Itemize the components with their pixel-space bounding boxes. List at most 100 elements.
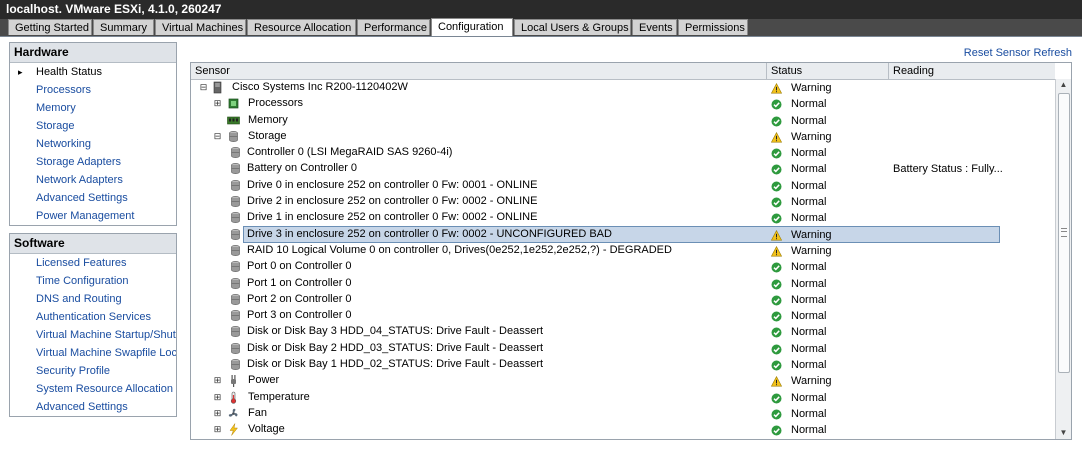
- hardware-section: Hardware Health Status Processors Memory…: [9, 42, 177, 226]
- tab-resource-allocation[interactable]: Resource Allocation: [247, 19, 356, 35]
- nav-memory[interactable]: Memory: [10, 99, 176, 117]
- table-row[interactable]: Disk or Disk Bay 3 HDD_04_STATUS: Drive …: [191, 324, 1055, 340]
- table-row[interactable]: Disk or Disk Bay 2 HDD_03_STATUS: Drive …: [191, 341, 1055, 357]
- sensor-name: Fan: [248, 406, 267, 419]
- expand-plus-icon[interactable]: ⊞: [213, 376, 222, 385]
- tab-configuration[interactable]: Configuration: [431, 18, 513, 36]
- sensor-name: Drive 2 in enclosure 252 on controller 0…: [247, 195, 538, 208]
- table-row[interactable]: Drive 0 in enclosure 252 on controller 0…: [191, 178, 1055, 194]
- table-row[interactable]: ⊞ Voltage Normal: [191, 422, 1055, 438]
- normal-check-icon: [771, 181, 782, 192]
- scroll-thumb[interactable]: [1058, 93, 1070, 373]
- reset-sensor-refresh-link[interactable]: Reset Sensor Refresh: [964, 47, 1072, 59]
- sensor-rows: ⊟ Cisco Systems Inc R200-1120402W Warning ⊞…: [191, 80, 1055, 439]
- disk-icon: [229, 244, 242, 257]
- nav-storage[interactable]: Storage: [10, 117, 176, 135]
- table-row[interactable]: Port 2 on Controller 0 Normal: [191, 292, 1055, 308]
- scroll-up-arrow-icon[interactable]: ▲: [1056, 79, 1071, 91]
- nav-dns-routing[interactable]: DNS and Routing: [10, 290, 176, 308]
- nav-processors[interactable]: Processors: [10, 81, 176, 99]
- expand-plus-icon[interactable]: ⊞: [213, 425, 222, 434]
- table-row[interactable]: ⊞ Fan Normal: [191, 406, 1055, 422]
- normal-check-icon: [771, 295, 782, 306]
- nav-system-resource-allocation[interactable]: System Resource Allocation: [10, 380, 176, 398]
- expand-plus-icon[interactable]: ⊞: [213, 392, 222, 402]
- sensor-name: Drive 0 in enclosure 252 on controller 0…: [247, 178, 538, 191]
- status-text: Normal: [791, 342, 827, 355]
- status-text: Normal: [791, 114, 827, 127]
- nav-advanced-settings-hw[interactable]: Advanced Settings: [10, 189, 176, 207]
- disk-icon: [229, 293, 242, 306]
- nav-health-status[interactable]: Health Status: [10, 63, 176, 81]
- status-text: Normal: [791, 277, 827, 290]
- column-header-sensor[interactable]: Sensor: [191, 63, 767, 79]
- table-row[interactable]: ⊟ Storage Warning: [191, 129, 1055, 145]
- window-title: localhost. VMware ESXi, 4.1.0, 260247: [6, 2, 222, 16]
- status-text: Normal: [791, 261, 827, 274]
- column-header-reading[interactable]: Reading: [889, 63, 1055, 79]
- nav-power-management[interactable]: Power Management: [10, 207, 176, 225]
- vertical-scrollbar[interactable]: ▲ ▼: [1055, 79, 1071, 439]
- nav-advanced-settings-sw[interactable]: Advanced Settings: [10, 398, 176, 416]
- expand-plus-icon[interactable]: ⊞: [213, 99, 222, 108]
- nav-networking[interactable]: Networking: [10, 135, 176, 153]
- table-row[interactable]: Port 0 on Controller 0 Normal: [191, 259, 1055, 275]
- nav-storage-adapters[interactable]: Storage Adapters: [10, 153, 176, 171]
- normal-check-icon: [771, 116, 782, 127]
- normal-check-icon: [771, 344, 782, 355]
- table-row[interactable]: RAID 10 Logical Volume 0 on controller 0…: [191, 243, 1055, 259]
- tab-events[interactable]: Events: [632, 19, 677, 35]
- table-row[interactable]: ⊞ Temperature Normal: [191, 390, 1055, 406]
- normal-check-icon: [771, 409, 782, 420]
- sensor-name: Power: [248, 374, 280, 387]
- column-header-status[interactable]: Status: [767, 63, 889, 79]
- table-row[interactable]: Drive 1 in enclosure 252 on controller 0…: [191, 210, 1055, 226]
- title-bar: localhost. VMware ESXi, 4.1.0, 260247: [0, 0, 1082, 19]
- left-panel: Hardware Health Status Processors Memory…: [9, 42, 177, 424]
- nav-vm-swapfile-location[interactable]: Virtual Machine Swapfile Location: [10, 344, 176, 362]
- sensor-name: Disk or Disk Bay 2 HDD_03_STATUS: Drive …: [247, 341, 544, 354]
- tab-local-users-groups[interactable]: Local Users & Groups: [514, 19, 631, 35]
- nav-licensed-features[interactable]: Licensed Features: [10, 254, 176, 272]
- tab-virtual-machines[interactable]: Virtual Machines: [155, 19, 246, 35]
- table-row[interactable]: Drive 2 in enclosure 252 on controller 0…: [191, 194, 1055, 210]
- table-row[interactable]: Disk or Disk Bay 1 HDD_02_STATUS: Drive …: [191, 357, 1055, 373]
- sensor-name: Port 3 on Controller 0: [247, 309, 352, 322]
- sensor-name: Storage: [248, 129, 287, 142]
- nav-vm-startup-shutdown[interactable]: Virtual Machine Startup/Shutdown: [10, 326, 176, 344]
- status-text: Normal: [791, 359, 827, 372]
- nav-security-profile[interactable]: Security Profile: [10, 362, 176, 380]
- expand-plus-icon[interactable]: ⊞: [213, 408, 222, 418]
- collapse-minus-icon[interactable]: ⊟: [213, 131, 222, 141]
- scroll-down-arrow-icon[interactable]: ▼: [1056, 427, 1071, 439]
- table-row[interactable]: Port 3 on Controller 0 Normal: [191, 308, 1055, 324]
- tab-getting-started[interactable]: Getting Started: [8, 19, 92, 35]
- table-row[interactable]: Port 1 on Controller 0 Normal: [191, 276, 1055, 292]
- nav-network-adapters[interactable]: Network Adapters: [10, 171, 176, 189]
- tab-performance[interactable]: Performance: [357, 19, 430, 35]
- disk-icon: [229, 309, 242, 322]
- disk-icon: [229, 260, 242, 273]
- software-header: Software: [10, 234, 176, 254]
- collapse-minus-icon[interactable]: ⊟: [199, 83, 208, 92]
- normal-check-icon: [771, 279, 782, 290]
- tab-permissions[interactable]: Permissions: [678, 19, 748, 35]
- table-row[interactable]: ⊟ Cisco Systems Inc R200-1120402W Warning: [191, 80, 1055, 96]
- normal-check-icon: [771, 197, 782, 208]
- table-row[interactable]: Drive 3 in enclosure 252 on controller 0…: [191, 225, 1055, 243]
- disk-icon: [229, 342, 242, 355]
- status-text: Normal: [791, 424, 827, 437]
- memory-icon: [227, 114, 240, 127]
- table-row[interactable]: ⊞ Processors Normal: [191, 96, 1055, 112]
- processor-icon: [227, 97, 240, 110]
- nav-time-configuration[interactable]: Time Configuration: [10, 272, 176, 290]
- table-row[interactable]: Memory Normal: [191, 113, 1055, 129]
- table-row[interactable]: Battery on Controller 0 Normal Battery Sta…: [191, 161, 1055, 177]
- tab-summary[interactable]: Summary: [93, 19, 154, 35]
- nav-authentication-services[interactable]: Authentication Services: [10, 308, 176, 326]
- table-row[interactable]: Controller 0 (LSI MegaRAID SAS 9260-4i) N…: [191, 145, 1055, 161]
- warning-icon: [770, 245, 783, 257]
- hardware-header: Hardware: [10, 43, 176, 63]
- sensor-name: Disk or Disk Bay 3 HDD_04_STATUS: Drive …: [247, 325, 544, 338]
- table-row[interactable]: ⊞ Power Warning: [191, 373, 1055, 389]
